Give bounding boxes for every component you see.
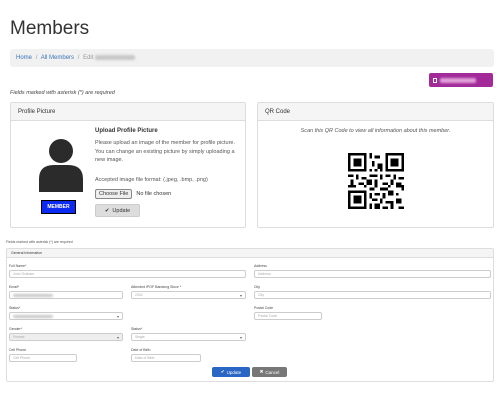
- view-button-label-redacted: [440, 77, 476, 83]
- member-badge: MEMBER: [41, 200, 76, 214]
- qr-code-panel: QR Code Scan this QR Code to view all in…: [257, 102, 494, 228]
- check-icon: ✔: [220, 369, 225, 374]
- panel-title: General Information: [7, 249, 493, 258]
- city-input[interactable]: City: [254, 291, 491, 299]
- breadcrumb: Home / All Members / Edit: [10, 49, 494, 67]
- qr-code-image: [348, 153, 404, 209]
- dob-input[interactable]: Date of Birth: [131, 354, 201, 362]
- email-label: Email*: [9, 285, 20, 289]
- update-label: Update: [112, 207, 131, 214]
- status-top-select[interactable]: [9, 312, 123, 320]
- status-top-label: Status*: [9, 306, 21, 310]
- attended-since-select[interactable]: 2002: [131, 291, 246, 299]
- qr-caption: Scan this QR Code to view all informatio…: [300, 128, 451, 134]
- document-icon: [433, 77, 437, 83]
- status-top-value-redacted: [13, 314, 53, 318]
- accepted-formats: Accepted image file format: (.jpeg, .bmp…: [95, 177, 208, 183]
- cell-phone-input[interactable]: Cell Phone: [9, 354, 77, 362]
- attended-since-label: Attended IPOF Bandung Since *: [131, 285, 182, 289]
- breadcrumb-current: Edit: [83, 55, 94, 62]
- city-label: City: [254, 285, 261, 289]
- email-value-redacted: [13, 293, 53, 297]
- gender-select[interactable]: Female: [9, 333, 123, 341]
- update-label: Update: [226, 369, 242, 375]
- gender-label: Gender*: [9, 327, 23, 331]
- postal-code-label: Postal Code: [254, 306, 274, 310]
- upload-desc-line1: Please upload an image of the member for…: [95, 140, 236, 146]
- upload-description: Please upload an image of the member for…: [95, 139, 245, 165]
- cancel-label: Cancel: [265, 369, 280, 375]
- full-name-input[interactable]: John Graham: [9, 270, 246, 278]
- user-silhouette-icon: [39, 139, 83, 192]
- breadcrumb-separator: /: [35, 55, 38, 62]
- breadcrumb-separator: /: [77, 55, 80, 62]
- close-icon: ✖: [259, 369, 264, 374]
- panel-title: Profile Picture: [11, 103, 245, 121]
- check-icon: ✔: [104, 207, 110, 214]
- postal-code-input[interactable]: Postal Code: [254, 312, 322, 320]
- required-fields-note-small: Fields marked with asterisk (*) are requ…: [6, 240, 73, 244]
- cancel-button[interactable]: ✖ Cancel: [252, 367, 287, 377]
- file-status: No file chosen: [136, 191, 172, 197]
- breadcrumb-home[interactable]: Home: [16, 55, 32, 61]
- cell-phone-label: Cell Phone: [9, 348, 27, 352]
- breadcrumb-member-name-redacted: [95, 55, 136, 60]
- profile-picture-panel: Profile Picture MEMBER Upload Profile Pi…: [10, 102, 246, 228]
- page-title: Members: [10, 18, 90, 39]
- address-label: Address: [254, 264, 267, 268]
- upload-title: Upload Profile Picture: [95, 128, 158, 134]
- view-member-button[interactable]: [429, 73, 493, 87]
- update-picture-button[interactable]: ✔ Update: [95, 204, 140, 217]
- status-label: Status*: [131, 327, 143, 331]
- required-fields-note: Fields marked with asterisk (*) are requ…: [10, 90, 115, 96]
- breadcrumb-all-members[interactable]: All Members: [41, 55, 74, 61]
- email-input[interactable]: [9, 291, 123, 299]
- choose-file-button[interactable]: Choose File: [95, 189, 133, 199]
- dob-label: Date of Birth: [131, 348, 151, 352]
- file-picker: Choose File No file chosen: [95, 189, 171, 199]
- full-name-label: Full Name*: [9, 264, 27, 268]
- upload-desc-line2: You can change an existing picture by si…: [95, 148, 235, 164]
- update-button[interactable]: ✔ Update: [212, 367, 250, 377]
- address-input[interactable]: Address: [254, 270, 491, 278]
- panel-title: QR Code: [258, 103, 493, 121]
- status-select[interactable]: Single: [131, 333, 246, 341]
